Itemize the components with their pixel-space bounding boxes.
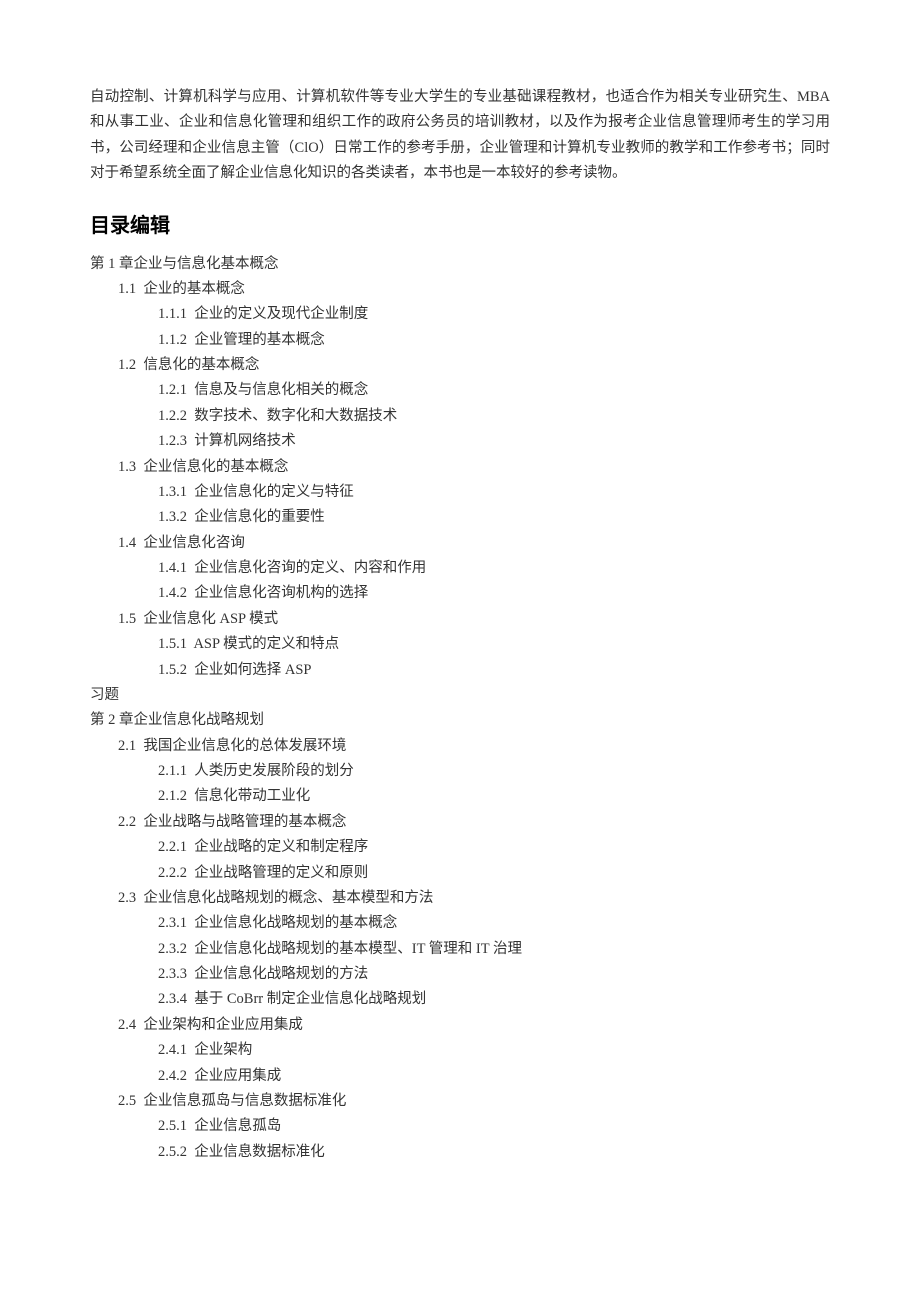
toc-entry: 1.4.2 企业信息化咨询机构的选择: [158, 581, 830, 606]
toc-entry: 1.2.2 数字技术、数字化和大数据技术: [158, 404, 830, 429]
toc-entry: 2.2.2 企业战略管理的定义和原则: [158, 861, 830, 886]
toc-entry: 1.3.2 企业信息化的重要性: [158, 505, 830, 530]
toc-entry: 1.2 信息化的基本概念: [118, 353, 830, 378]
toc-entry: 1.1 企业的基本概念: [118, 277, 830, 302]
intro-paragraph: 自动控制、计算机科学与应用、计算机软件等专业大学生的专业基础课程教材，也适合作为…: [90, 85, 830, 187]
toc-heading: 目录编辑: [90, 209, 830, 244]
toc-entry: 1.5.1 ASP 模式的定义和特点: [158, 632, 830, 657]
toc-entry: 2.5.2 企业信息数据标准化: [158, 1140, 830, 1165]
toc-entry: 1.1.1 企业的定义及现代企业制度: [158, 302, 830, 327]
toc-entry: 2.3.4 基于 CoBrr 制定企业信息化战略规划: [158, 987, 830, 1012]
toc-entry: 1.2.1 信息及与信息化相关的概念: [158, 378, 830, 403]
toc-entry: 2.3.2 企业信息化战略规划的基本模型、IT 管理和 IT 治理: [158, 937, 830, 962]
toc-entry: 1.4.1 企业信息化咨询的定义、内容和作用: [158, 556, 830, 581]
toc-entry: 2.1 我国企业信息化的总体发展环境: [118, 734, 830, 759]
toc-entry: 2.5 企业信息孤岛与信息数据标准化: [118, 1089, 830, 1114]
toc-entry: 2.4 企业架构和企业应用集成: [118, 1013, 830, 1038]
toc-entry: 第 2 章企业信息化战略规划: [90, 708, 830, 733]
toc-entry: 第 1 章企业与信息化基本概念: [90, 252, 830, 277]
toc-entry: 1.3 企业信息化的基本概念: [118, 455, 830, 480]
toc-entry: 2.5.1 企业信息孤岛: [158, 1114, 830, 1139]
toc-entry: 2.2.1 企业战略的定义和制定程序: [158, 835, 830, 860]
toc-entry: 习题: [90, 683, 830, 708]
toc-entry: 1.3.1 企业信息化的定义与特征: [158, 480, 830, 505]
toc-entry: 2.1.1 人类历史发展阶段的划分: [158, 759, 830, 784]
toc-entry: 2.4.2 企业应用集成: [158, 1064, 830, 1089]
toc-entry: 1.1.2 企业管理的基本概念: [158, 328, 830, 353]
toc-entry: 2.3.3 企业信息化战略规划的方法: [158, 962, 830, 987]
toc-entry: 2.4.1 企业架构: [158, 1038, 830, 1063]
table-of-contents: 第 1 章企业与信息化基本概念1.1 企业的基本概念1.1.1 企业的定义及现代…: [90, 252, 830, 1166]
toc-entry: 1.5 企业信息化 ASP 模式: [118, 607, 830, 632]
toc-entry: 2.3.1 企业信息化战略规划的基本概念: [158, 911, 830, 936]
toc-entry: 1.2.3 计算机网络技术: [158, 429, 830, 454]
toc-entry: 1.5.2 企业如何选择 ASP: [158, 658, 830, 683]
toc-entry: 1.4 企业信息化咨询: [118, 531, 830, 556]
toc-entry: 2.2 企业战略与战略管理的基本概念: [118, 810, 830, 835]
toc-entry: 2.1.2 信息化带动工业化: [158, 784, 830, 809]
toc-entry: 2.3 企业信息化战略规划的概念、基本模型和方法: [118, 886, 830, 911]
